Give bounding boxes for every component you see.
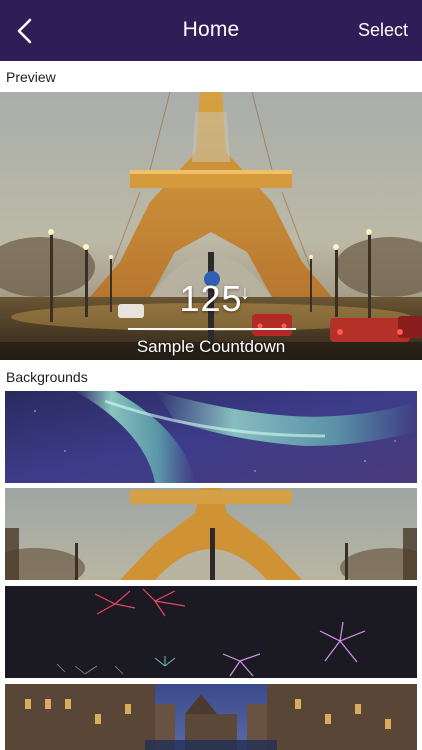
countdown-preview[interactable]: 125 ↓ Sample Countdown — [0, 92, 422, 360]
canal-city-image — [5, 684, 417, 750]
aurora-image — [5, 391, 417, 483]
backgrounds-section-label: Backgrounds — [6, 369, 88, 385]
back-button[interactable] — [8, 14, 42, 48]
background-option-eiffel-tower[interactable] — [5, 488, 417, 580]
countdown-value: 125 — [179, 278, 243, 319]
background-option-fireworks[interactable] — [5, 586, 417, 678]
background-option-canal-city[interactable] — [5, 684, 417, 750]
fireworks-image — [5, 586, 417, 678]
chevron-left-icon — [17, 18, 32, 44]
countdown-divider — [128, 328, 296, 330]
down-arrow-icon: ↓ — [240, 282, 250, 304]
nav-bar: Home Select — [0, 0, 422, 61]
eiffel-tower-image — [5, 488, 417, 580]
countdown-label: Sample Countdown — [136, 337, 286, 356]
preview-section-label: Preview — [6, 69, 56, 85]
background-option-aurora[interactable] — [5, 391, 417, 483]
select-button[interactable]: Select — [358, 20, 408, 41]
app-screen: Home Select Preview 125 ↓ Sample Countdo… — [0, 0, 422, 750]
